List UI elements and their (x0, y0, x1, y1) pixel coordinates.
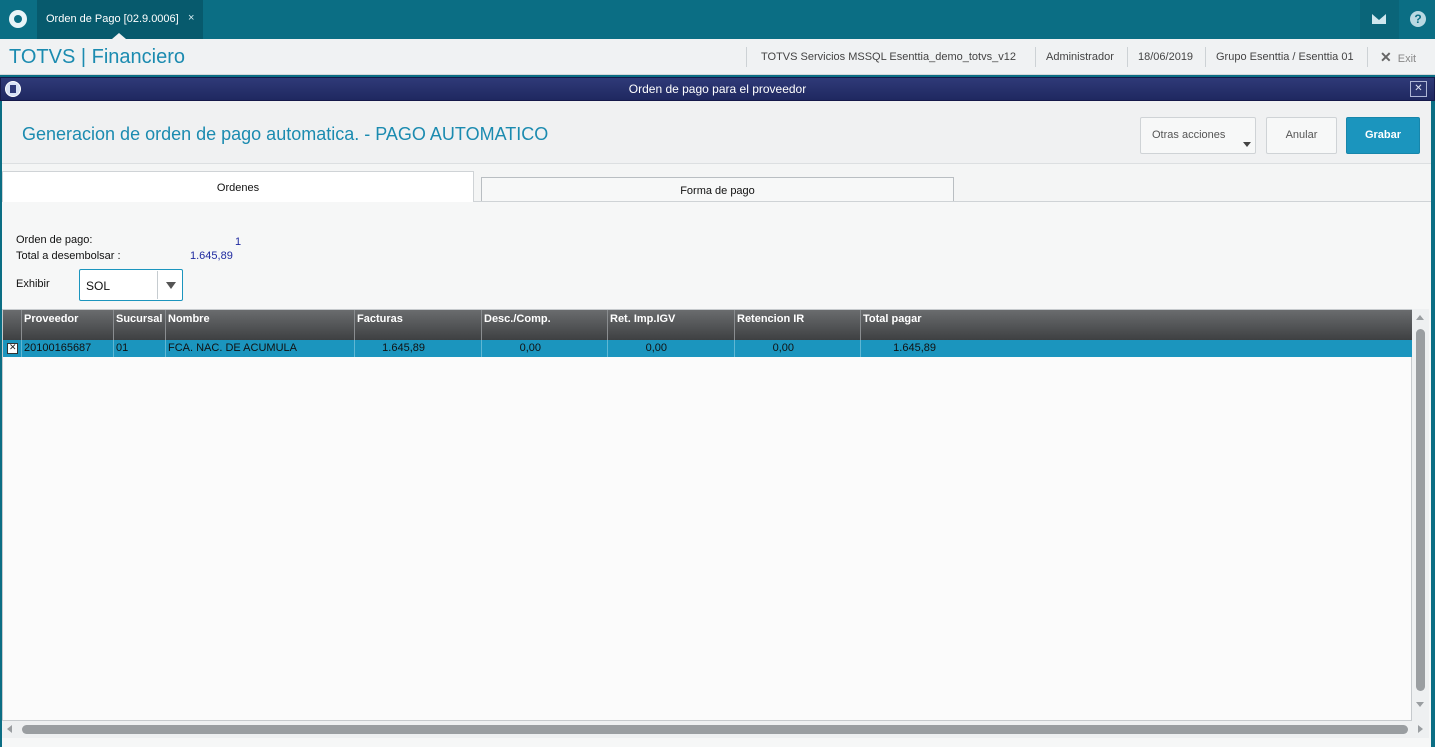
chevron-down-icon (1243, 142, 1251, 147)
horizontal-scrollbar[interactable] (2, 721, 1429, 738)
header-divider (1127, 47, 1128, 67)
exit-label: Exit (1397, 53, 1417, 65)
scroll-up-icon[interactable] (1416, 315, 1424, 320)
anular-button[interactable]: Anular (1266, 117, 1337, 154)
server-info: TOTVS Servicios MSSQL Esenttia_demo_totv… (761, 51, 1016, 63)
dialog-title-bar: Orden de pago para el proveedor ✕ (0, 77, 1435, 101)
cell-retencion-ir: 0,00 (734, 340, 796, 357)
table-row[interactable]: 20100165687 01 FCA. NAC. DE ACUMULA 1.64… (3, 340, 1412, 357)
app-header: TOTVS | Financiero TOTVS Servicios MSSQL… (0, 39, 1435, 75)
tab-ordenes[interactable]: Ordenes (2, 171, 474, 203)
help-button[interactable]: ? (1399, 0, 1435, 39)
column-header-desc-comp[interactable]: Desc./Comp. (481, 310, 607, 340)
header-divider (1035, 47, 1036, 67)
header-divider (1367, 47, 1368, 67)
dialog-close-icon[interactable]: ✕ (1410, 81, 1427, 97)
dialog-body: Generacion de orden de pago automatica. … (0, 101, 1435, 747)
exit-button[interactable]: ✕ Exit (1380, 39, 1416, 75)
top-tab-bar: Orden de Pago [02.9.0006] × ? (0, 0, 1435, 39)
exhibir-label: Exhibir (16, 278, 50, 290)
help-icon: ? (1410, 11, 1426, 27)
orders-grid[interactable]: Proveedor Sucursal Nombre Facturas Desc.… (2, 309, 1412, 721)
operation-header: Generacion de orden de pago automatica. … (2, 101, 1431, 164)
vertical-scrollbar[interactable] (1412, 309, 1429, 721)
dropdown-arrow-icon[interactable] (166, 282, 176, 289)
exhibir-select[interactable]: SOL (79, 269, 183, 301)
cell-nombre: FCA. NAC. DE ACUMULA (165, 340, 354, 357)
grid-header-check (3, 310, 21, 340)
cell-facturas: 1.645,89 (354, 340, 427, 357)
date-info: 18/06/2019 (1138, 51, 1194, 63)
cell-ret-imp-igv: 0,00 (607, 340, 669, 357)
tab-forma-de-pago[interactable]: Forma de pago (481, 177, 954, 202)
orden-de-pago-value: 1 (235, 236, 242, 248)
totvs-logo-icon[interactable] (9, 10, 27, 28)
column-header-nombre[interactable]: Nombre (165, 310, 354, 340)
scroll-down-icon[interactable] (1416, 702, 1424, 707)
header-divider (1205, 47, 1206, 67)
grid-header: Proveedor Sucursal Nombre Facturas Desc.… (3, 310, 1412, 340)
horizontal-scroll-thumb[interactable] (22, 725, 1408, 734)
column-header-sucursal[interactable]: Sucursal (113, 310, 165, 340)
header-divider (746, 47, 747, 67)
column-header-facturas[interactable]: Facturas (354, 310, 481, 340)
column-header-total-pagar[interactable]: Total pagar (860, 310, 1412, 340)
dialog-app-icon (5, 81, 21, 97)
mail-icon (1372, 14, 1386, 24)
page-title: Generacion de orden de pago automatica. … (22, 124, 549, 144)
exit-icon: ✕ (1380, 49, 1392, 65)
scroll-left-icon[interactable] (7, 725, 12, 733)
scroll-right-icon[interactable] (1418, 725, 1423, 733)
total-desembolsar-label: Total a desembolsar : (16, 250, 121, 262)
total-desembolsar-value: 1.645,89 (190, 250, 233, 262)
company-info: Grupo Esenttia / Esenttia 01 (1216, 51, 1354, 63)
cell-desc-comp: 0,00 (481, 340, 543, 357)
brand-title: TOTVS | Financiero (9, 46, 185, 68)
cell-total-pagar: 1.645,89 (860, 340, 938, 357)
select-divider (157, 271, 158, 299)
column-header-ret-imp-igv[interactable]: Ret. Imp.IGV (607, 310, 734, 340)
checkbox-icon[interactable] (7, 342, 18, 354)
orden-de-pago-label: Orden de pago: (16, 234, 93, 246)
grabar-button[interactable]: Grabar (1346, 117, 1420, 154)
exhibir-select-value: SOL (86, 279, 111, 293)
otras-acciones-button[interactable]: Otras acciones (1140, 117, 1256, 154)
cell-proveedor: 20100165687 (21, 340, 113, 357)
app-window: Orden de Pago [02.9.0006] × ? TOTVS | Fi… (0, 0, 1435, 747)
user-info: Administrador (1046, 51, 1114, 63)
column-header-retencion-ir[interactable]: Retencion IR (734, 310, 860, 340)
mail-button[interactable] (1360, 0, 1399, 39)
tab-close-icon[interactable]: × (188, 12, 194, 24)
otras-acciones-label: Otras acciones (1152, 129, 1226, 141)
tab-title: Orden de Pago [02.9.0006] (46, 13, 179, 25)
tab-orden-de-pago[interactable]: Orden de Pago [02.9.0006] × (37, 0, 203, 39)
vertical-scroll-thumb[interactable] (1416, 329, 1425, 691)
dialog-title: Orden de pago para el proveedor (628, 82, 807, 96)
cell-sucursal: 01 (113, 340, 165, 357)
column-header-proveedor[interactable]: Proveedor (21, 310, 113, 340)
